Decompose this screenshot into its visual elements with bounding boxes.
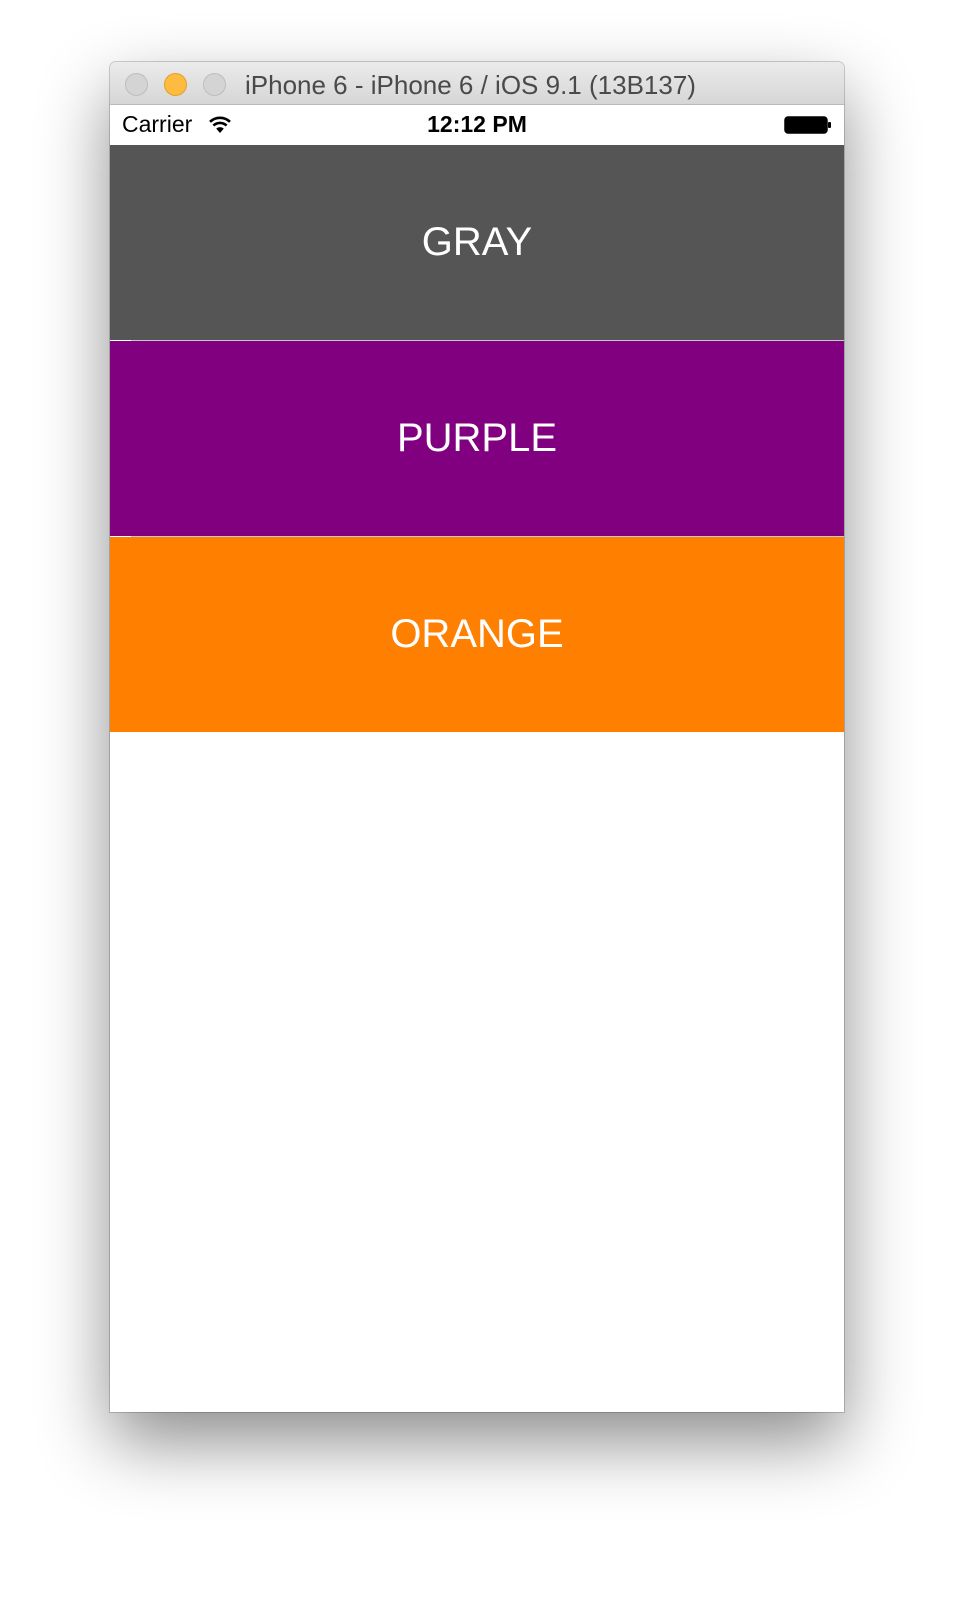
table-row-gray[interactable]: GRAY [110,145,844,340]
window-title-bar[interactable]: iPhone 6 - iPhone 6 / iOS 9.1 (13B137) [110,62,844,105]
table-row-orange[interactable]: ORANGE [110,537,844,732]
row-label: GRAY [421,220,533,264]
table-row-purple[interactable]: PURPLE [110,341,844,536]
row-label: PURPLE [396,416,558,460]
ios-status-bar: Carrier 12:12 PM [110,105,844,145]
zoom-window-button[interactable] [203,73,226,96]
battery-full-icon [784,116,831,134]
minimize-window-button[interactable] [164,73,187,96]
row-label: ORANGE [390,612,564,656]
table-view[interactable]: GRAY PURPLE ORANGE [110,145,844,1412]
window-title: iPhone 6 - iPhone 6 / iOS 9.1 (13B137) [245,70,696,100]
close-window-button[interactable] [125,73,148,96]
status-time: 12:12 PM [427,111,527,137]
simulator-window: iPhone 6 - iPhone 6 / iOS 9.1 (13B137) C… [110,62,844,1412]
